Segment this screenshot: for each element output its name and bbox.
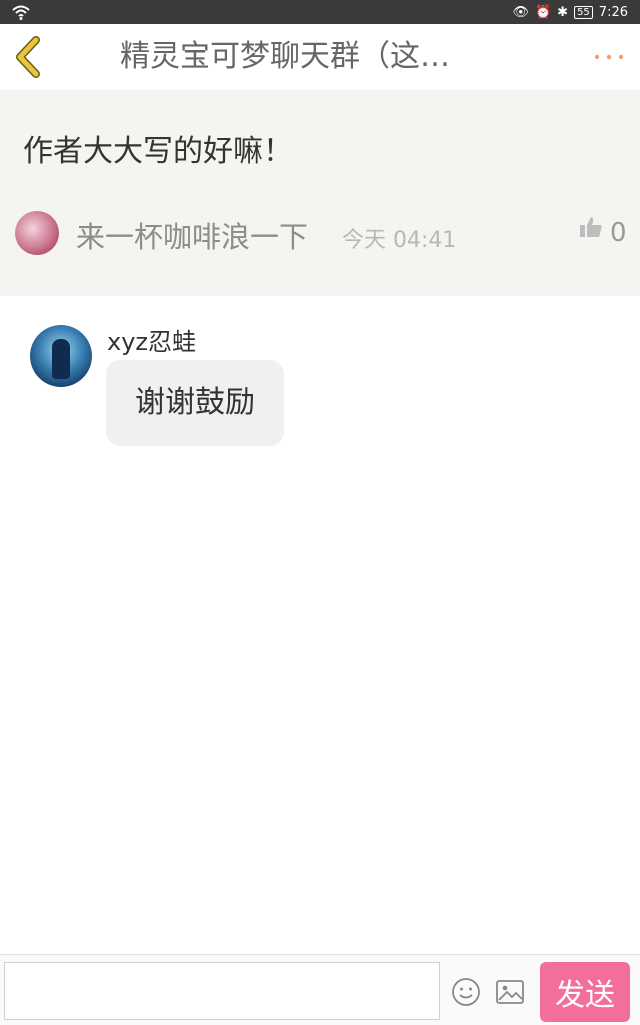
reply-avatar[interactable]: [30, 325, 92, 387]
alarm-icon: ⏰: [534, 4, 552, 20]
avatar[interactable]: [15, 211, 59, 255]
eye-icon: 👁: [512, 4, 529, 20]
wifi-icon: [12, 5, 30, 20]
original-post: 作者大大写的好嘛！ 来一杯咖啡浪一下 今天 04:41 0: [0, 90, 640, 296]
emoji-icon[interactable]: [451, 977, 481, 1007]
input-bar: 发送: [0, 954, 640, 1025]
reply-username[interactable]: xyz忍蛙: [107, 322, 196, 357]
bluetooth-icon: ✱: [557, 4, 569, 20]
send-button[interactable]: 发送: [540, 962, 630, 1022]
like-count: 0: [610, 218, 627, 248]
back-chevron-icon[interactable]: [10, 36, 50, 78]
post-timestamp: 今天 04:41: [342, 228, 457, 253]
thumbs-up-icon[interactable]: [579, 215, 603, 239]
more-dots-icon[interactable]: [592, 42, 626, 72]
header: 精灵宝可梦聊天群（这…: [0, 24, 640, 91]
post-author[interactable]: 来一杯咖啡浪一下: [76, 214, 308, 256]
reply-message-bubble: 谢谢鼓励: [106, 360, 284, 446]
clock: 7:26: [598, 4, 628, 20]
message-input[interactable]: [4, 962, 440, 1020]
battery-icon: 55: [574, 5, 593, 19]
status-bar: 👁 ⏰ ✱ 55 7:26: [0, 0, 640, 24]
image-icon[interactable]: [495, 978, 525, 1006]
page-title: 精灵宝可梦聊天群（这…: [120, 39, 450, 74]
post-text: 作者大大写的好嘛！: [23, 134, 293, 169]
